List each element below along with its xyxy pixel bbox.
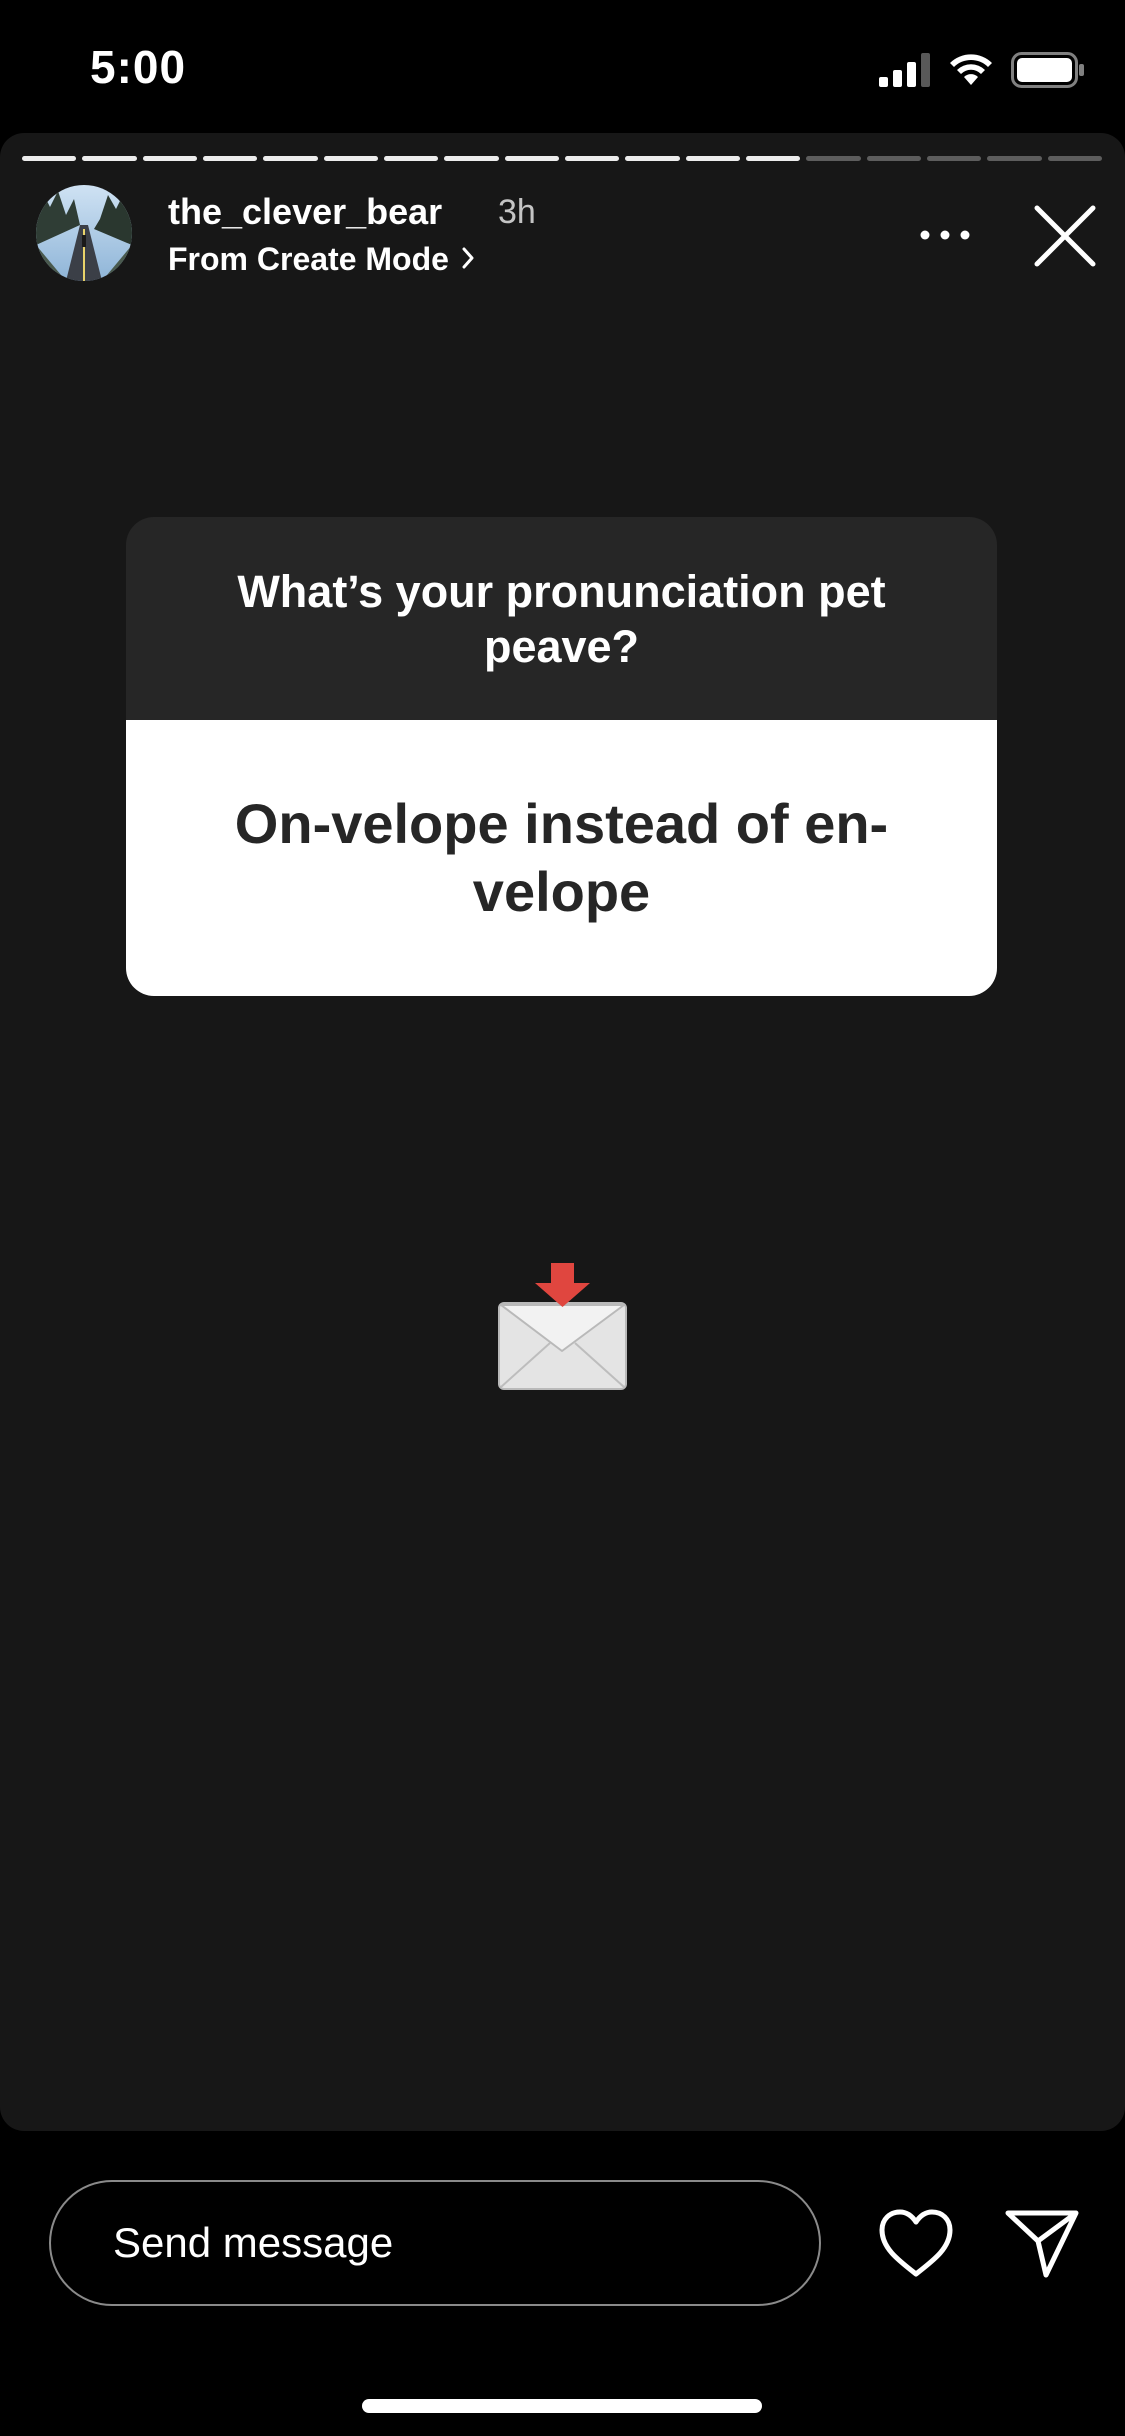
share-button[interactable] [1002, 2203, 1082, 2283]
story-viewer[interactable]: the_clever_bear 3h From Create Mode What… [0, 133, 1125, 2131]
more-horizontal-icon [920, 230, 970, 240]
progress-segment [142, 156, 197, 161]
progress-segment [22, 156, 77, 161]
progress-segment [202, 156, 258, 161]
progress-segment [383, 156, 439, 161]
send-message-input[interactable] [49, 2180, 821, 2306]
heart-icon [879, 2209, 953, 2277]
chevron-right-icon [461, 241, 475, 278]
story-progress-bar [22, 156, 1102, 161]
question-sticker[interactable]: What’s your pronunciation pet peave? On-… [126, 517, 997, 996]
close-icon [1034, 205, 1096, 267]
wifi-icon [950, 54, 992, 85]
progress-segment [806, 156, 861, 161]
story-header: the_clever_bear 3h From Create Mode [0, 185, 1125, 295]
progress-segment [444, 156, 499, 161]
answer-text: On-velope instead of en-velope [234, 792, 889, 923]
progress-segment [987, 156, 1042, 161]
more-options-button[interactable] [910, 205, 980, 265]
progress-segment [263, 156, 318, 161]
progress-segment [685, 156, 740, 161]
post-time-ago: 3h [498, 193, 536, 231]
battery-icon [1011, 52, 1084, 88]
question-sticker-answer: On-velope instead of en-velope [126, 720, 997, 996]
progress-segment [323, 156, 378, 161]
close-button[interactable] [1030, 201, 1100, 271]
source-label: From Create Mode [168, 241, 449, 277]
progress-segment [564, 156, 620, 161]
cellular-signal-icon [879, 53, 930, 87]
progress-segment [926, 156, 982, 161]
progress-segment [866, 156, 921, 161]
home-indicator[interactable] [362, 2399, 762, 2413]
source-link[interactable]: From Create Mode [168, 241, 475, 278]
envelope-with-arrow-icon [498, 1263, 627, 1390]
progress-segment [745, 156, 801, 161]
avatar[interactable] [36, 185, 132, 281]
bottom-bar [0, 2131, 1125, 2436]
status-time: 5:00 [90, 41, 187, 93]
progress-segment [1047, 156, 1102, 161]
progress-segment [82, 156, 137, 161]
question-text: What’s your pronunciation pet peave? [237, 565, 886, 672]
progress-segment [625, 156, 680, 161]
status-bar: 5:00 [0, 0, 1125, 130]
like-button[interactable] [876, 2206, 956, 2280]
progress-segment [504, 156, 559, 161]
username[interactable]: the_clever_bear [168, 191, 442, 233]
question-sticker-header: What’s your pronunciation pet peave? [126, 517, 997, 720]
status-icons [879, 52, 1085, 88]
paper-plane-icon [1005, 2210, 1079, 2278]
